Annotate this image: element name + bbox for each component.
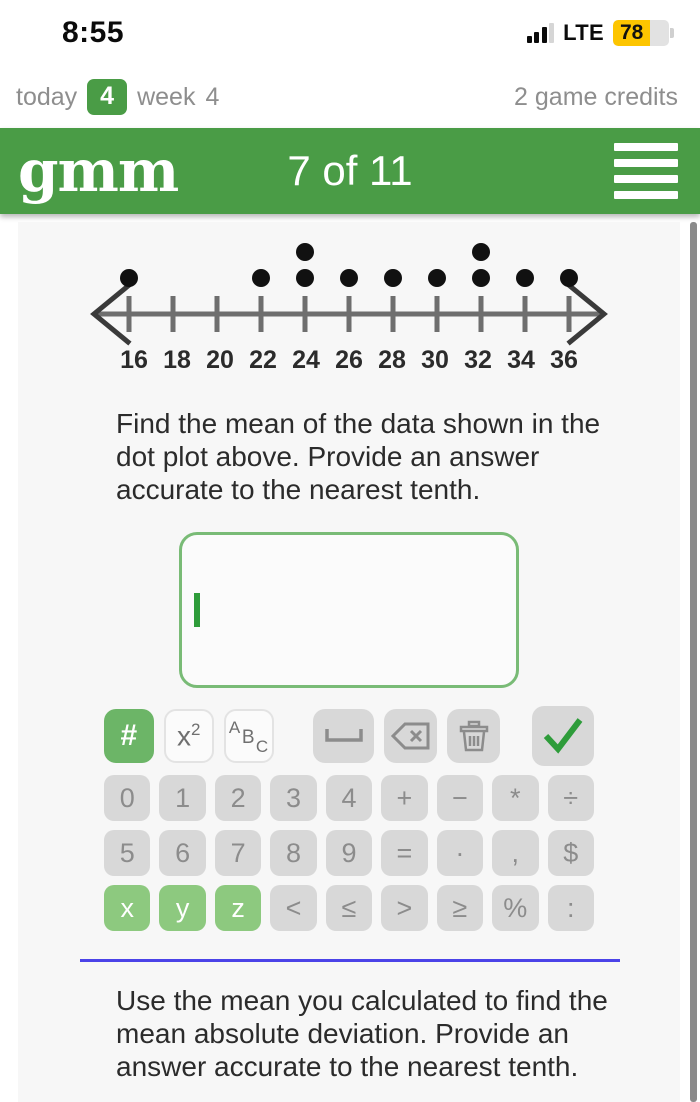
- stats-bar: today 4 week 4 2 game credits: [0, 66, 700, 128]
- axis-tick-label: 22: [249, 346, 277, 374]
- axis-tick-label: 28: [378, 346, 406, 374]
- trash-icon: [459, 720, 489, 752]
- vertical-scrollbar[interactable]: [690, 222, 697, 1102]
- data-dot: [120, 269, 138, 287]
- key-x[interactable]: x: [104, 885, 151, 932]
- app-header: gmm 7 of 11: [0, 128, 700, 214]
- data-dot: [384, 269, 402, 287]
- key-8[interactable]: 8: [270, 830, 317, 877]
- axis-tick-label: 32: [464, 346, 492, 374]
- key-+[interactable]: +: [381, 775, 428, 822]
- axis-tick-label: 20: [206, 346, 234, 374]
- axis-tick-label: 36: [550, 346, 578, 374]
- abc-icon: ABC: [228, 718, 269, 757]
- app-screen: 8:55 LTE 78 today 4 week 4 2 game credit…: [0, 0, 700, 1102]
- dot-plot-tick-labels: 16 18 20 22 24 26 28 30 32 34 36: [18, 346, 680, 375]
- data-dot: [428, 269, 446, 287]
- alpha-mode-button[interactable]: ABC: [223, 709, 274, 764]
- clear-all-button[interactable]: [447, 709, 501, 764]
- key-≥[interactable]: ≥: [436, 885, 484, 932]
- keyboard-row-2: 5 6 7 8 9 = ·, $: [104, 830, 594, 877]
- answer-input-wrapper: [18, 532, 680, 689]
- key-*[interactable]: *: [492, 775, 539, 822]
- hamburger-menu-icon[interactable]: [614, 143, 678, 199]
- axis-tick-label: 30: [421, 346, 449, 374]
- question-progress-title: 7 of 11: [287, 147, 413, 194]
- dot-plot-svg: [90, 243, 608, 346]
- data-dot: [252, 269, 270, 287]
- key-9[interactable]: 9: [325, 830, 373, 877]
- key-%[interactable]: %: [492, 885, 539, 932]
- axis-tick-label: 34: [507, 346, 535, 374]
- status-bar: 8:55 LTE 78: [0, 0, 700, 66]
- key-$[interactable]: $: [547, 830, 594, 877]
- status-indicators: LTE 78: [526, 20, 674, 46]
- keyboard-toolbar: # x2 ABC: [104, 706, 594, 767]
- status-clock: 8:55: [62, 16, 125, 49]
- data-dot: [296, 269, 314, 287]
- data-dot: [340, 269, 358, 287]
- network-type-label: LTE: [563, 20, 604, 45]
- data-dot: [472, 269, 490, 287]
- today-label: today: [16, 82, 78, 111]
- submit-button[interactable]: [532, 706, 594, 767]
- key-:[interactable]: :: [547, 885, 594, 932]
- answer-input[interactable]: [179, 532, 519, 689]
- key->[interactable]: >: [381, 885, 428, 932]
- axis-tick-label: 26: [335, 346, 363, 374]
- checkmark-icon: [543, 718, 583, 754]
- text-caret: [194, 593, 200, 628]
- key-3[interactable]: 3: [270, 775, 317, 822]
- space-bar-icon: [324, 729, 363, 742]
- question-2-text: Use the mean you calculated to find the …: [116, 985, 608, 1083]
- key-÷[interactable]: ÷: [547, 775, 594, 822]
- exponent-button[interactable]: x2: [163, 709, 214, 764]
- data-dot: [472, 243, 490, 261]
- backspace-icon: [390, 722, 430, 750]
- key-,[interactable]: ,: [492, 830, 539, 877]
- today-count-badge: 4: [87, 79, 128, 115]
- math-keyboard: # x2 ABC 0 1 2 3 4 + − * ÷ 5 6 7 8 9 = ·…: [18, 706, 680, 932]
- key-1[interactable]: 1: [159, 775, 206, 822]
- backspace-button[interactable]: [384, 709, 438, 764]
- data-dot: [560, 269, 578, 287]
- space-button[interactable]: [312, 709, 375, 764]
- data-dot: [296, 243, 314, 261]
- key-−[interactable]: −: [436, 775, 484, 822]
- week-label: week: [137, 82, 196, 111]
- key-<[interactable]: <: [270, 885, 317, 932]
- key-2[interactable]: 2: [214, 775, 262, 822]
- number-mode-button[interactable]: #: [104, 709, 154, 764]
- week-count: 4: [205, 82, 220, 111]
- key-=[interactable]: =: [381, 830, 428, 877]
- axis-tick-label: 18: [163, 346, 191, 374]
- key-≤[interactable]: ≤: [325, 885, 373, 932]
- key-·[interactable]: ·: [436, 830, 484, 877]
- dot-plot-figure: 16 18 20 22 24 26 28 30 32 34 36: [18, 238, 680, 393]
- key-0[interactable]: 0: [104, 775, 151, 822]
- key-5[interactable]: 5: [104, 830, 151, 877]
- signal-bars-icon: [526, 23, 555, 43]
- battery-icon: 78: [613, 20, 674, 46]
- key-6[interactable]: 6: [159, 830, 206, 877]
- progress-stats: today 4 week 4: [16, 79, 219, 115]
- data-dot: [516, 269, 534, 287]
- key-z[interactable]: z: [214, 885, 262, 932]
- game-credits-label: 2 game credits: [514, 82, 678, 111]
- key-y[interactable]: y: [159, 885, 206, 932]
- key-4[interactable]: 4: [325, 775, 373, 822]
- key-7[interactable]: 7: [214, 830, 262, 877]
- axis-tick-label: 24: [292, 346, 320, 374]
- battery-percent-label: 78: [613, 20, 651, 46]
- keyboard-row-1: 0 1 2 3 4 + − * ÷: [104, 775, 594, 822]
- question-1-text: Find the mean of the data shown in the d…: [116, 408, 601, 506]
- axis-tick-label: 16: [120, 346, 148, 374]
- keyboard-row-3: x y z < ≤ > ≥%:: [104, 885, 594, 932]
- question-content-area: 16 18 20 22 24 26 28 30 32 34 36 Find the mean of …: [18, 222, 680, 1102]
